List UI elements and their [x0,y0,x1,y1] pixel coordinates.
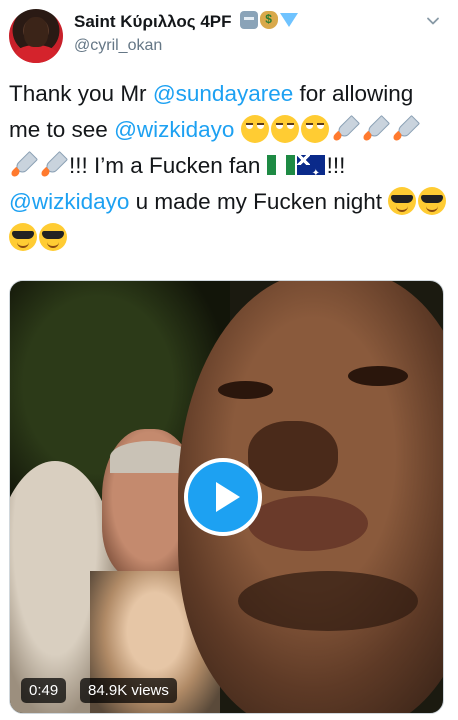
sunglasses-emoji-icon [39,223,67,251]
chevron-down-icon[interactable] [426,14,440,28]
tweet-text-segment: Thank you Mr [9,81,153,106]
rocket-emoji-icon [391,115,419,143]
australia-flag-icon [296,155,325,192]
tweet-text-segment: u made my Fucken night [129,189,389,214]
tweet-card: Saint Κύριλλος 4PF @cyril_okan Thank you… [0,0,458,720]
rocket-emoji-icon [39,151,67,179]
display-name[interactable]: Saint Κύριλλος 4PF [74,11,299,32]
video-duration-badge: 0:49 [21,678,67,703]
money-bag-emoji-icon [260,11,279,29]
rolling-eyes-emoji-icon [240,115,269,143]
rocket-emoji-icon [361,115,389,143]
user-handle[interactable]: @cyril_okan [74,37,162,55]
avatar-shirt [13,45,59,63]
face-lips [248,496,368,551]
avatar[interactable] [9,9,63,63]
tweet-text-segment: !!! I’m a Fucken fan [69,153,267,178]
rolling-eyes-emoji-icon [270,115,299,143]
face-eye [348,366,408,386]
gem-emoji-icon [280,13,299,27]
rocket-emoji-icon [9,151,37,179]
tweet-text-segment: !!! [326,153,346,178]
rocket-emoji-icon [331,115,359,143]
sunglasses-emoji-icon [418,187,447,215]
display-name-text: Saint Κύριλλος 4PF [74,12,232,31]
tweet-text: Thank you Mr @sundayaree for allowing me… [9,76,449,256]
video-player[interactable]: 0:49 84.9K views [9,280,444,714]
face-nose [248,421,338,491]
sunglasses-emoji-icon [388,187,417,215]
sunglasses-emoji-icon [9,223,37,251]
face-beard [238,571,418,631]
nigeria-flag-icon [266,155,295,175]
avatar-face [24,17,48,47]
mention-link[interactable]: @wizkidayo [114,117,234,142]
rolling-eyes-emoji-icon [300,115,329,143]
play-button[interactable] [184,458,262,536]
face-eye [218,381,273,399]
play-icon [216,482,240,512]
tweet-text-segment [234,117,240,142]
mention-link[interactable]: @wizkidayo [9,189,129,214]
video-views-badge: 84.9K views [80,678,177,703]
name-emojis [240,11,299,29]
mention-link[interactable]: @sundayaree [153,81,293,106]
robot-emoji-icon [240,11,259,29]
